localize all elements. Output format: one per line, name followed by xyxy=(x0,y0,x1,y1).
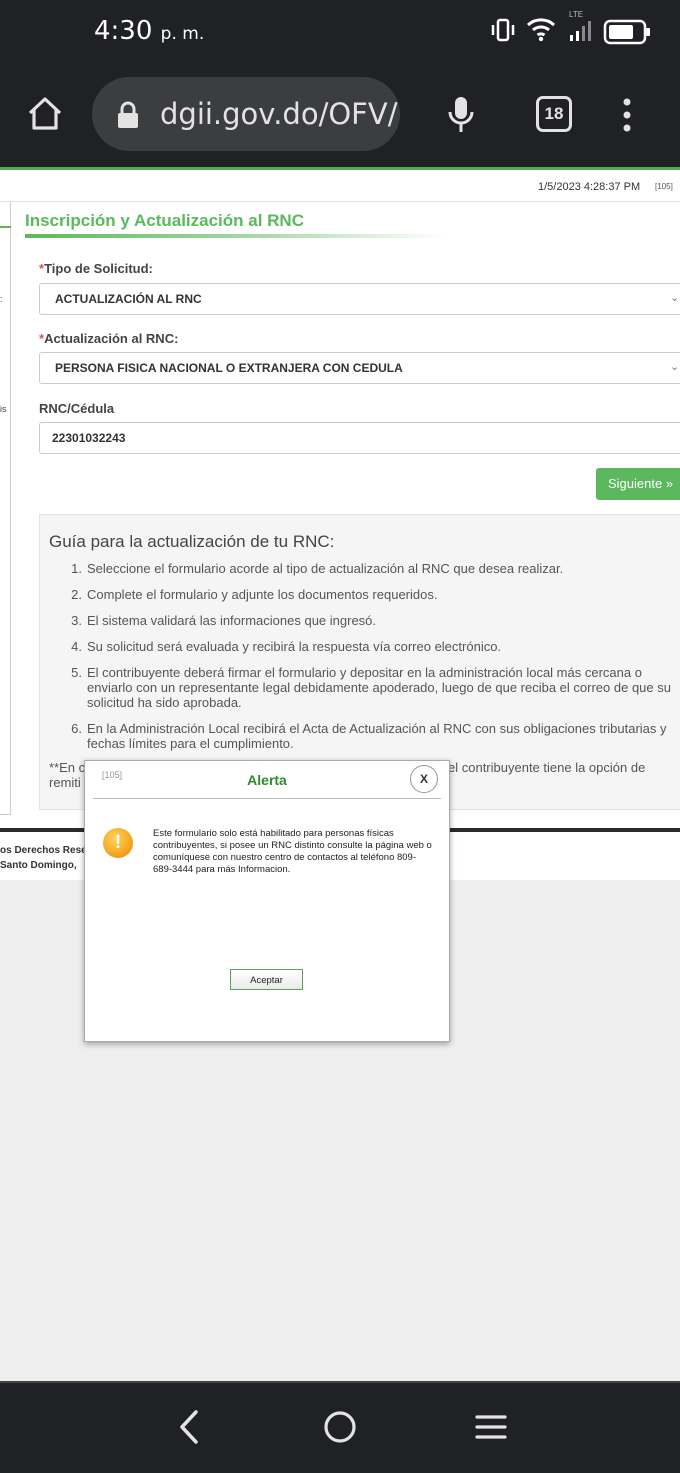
list-item: 4. Su solicitud será evaluada y recibirá … xyxy=(71,639,502,654)
rnc-cedula-value: 22301032243 xyxy=(52,431,126,445)
accept-button[interactable]: Aceptar xyxy=(230,969,303,990)
lock-icon[interactable] xyxy=(116,101,140,129)
list-item: 1. Seleccione el formulario acorde al tip… xyxy=(71,561,564,576)
microphone-icon[interactable] xyxy=(446,95,476,135)
sidebar-fragment: is xyxy=(0,404,7,414)
status-bar: 4:30 p. m. LTE xyxy=(0,0,680,64)
sidebar-fragment: : xyxy=(0,294,3,304)
title-underline xyxy=(25,234,445,238)
browser-toolbar: dgii.gov.do/OFV/ 18 xyxy=(0,64,680,168)
sidebar-accent xyxy=(0,226,11,228)
back-icon[interactable] xyxy=(174,1409,204,1445)
address-bar[interactable]: dgii.gov.do/OFV/ xyxy=(92,77,400,151)
list-item: 2. Complete el formulario y adjunte los d… xyxy=(71,587,438,602)
timestamp-code: [105] xyxy=(655,182,673,191)
footer-copyright: os Derechos Rese xyxy=(0,845,87,856)
battery-icon xyxy=(603,19,650,45)
alert-dialog: [105] Alerta X ! Este formulario solo es… xyxy=(84,760,450,1042)
signal-icon xyxy=(570,21,591,41)
dialog-message: Este formulario solo está habilitado par… xyxy=(153,828,432,875)
warning-icon: ! xyxy=(103,828,133,858)
list-item: 5. El contribuyente deberá firmar el form… xyxy=(71,665,671,710)
page-content: 1/5/2023 4:28:37 PM [105] : is Inscripci… xyxy=(0,170,680,830)
tipo-solicitud-value: ACTUALIZACIÓN AL RNC xyxy=(55,292,202,306)
wifi-icon xyxy=(526,18,556,42)
guide-list: 1. Seleccione el formulario acorde al tip… xyxy=(66,561,680,762)
chevron-down-icon: ⌄ xyxy=(670,292,680,304)
actualizacion-select[interactable]: PERSONA FISICA NACIONAL O EXTRANJERA CON… xyxy=(39,352,680,384)
actualizacion-label: *Actualización al RNC: xyxy=(39,331,179,346)
more-options-icon[interactable] xyxy=(619,97,635,133)
home-icon[interactable] xyxy=(26,94,64,132)
tipo-solicitud-select[interactable]: ACTUALIZACIÓN AL RNC ⌄ xyxy=(39,283,680,315)
page-title: Inscripción y Actualización al RNC xyxy=(25,211,304,230)
chevron-down-icon: ⌄ xyxy=(670,361,680,373)
network-type: LTE xyxy=(569,10,584,19)
url-text[interactable]: dgii.gov.do/OFV/ xyxy=(160,97,397,131)
list-item: 6. En la Administración Local recibirá el… xyxy=(71,721,667,751)
guide-title: Guía para la actualización de tu RNC: xyxy=(49,532,335,551)
server-timestamp: 1/5/2023 4:28:37 PM xyxy=(538,181,641,193)
list-item: 3. El sistema validará las informaciones … xyxy=(71,613,377,628)
recent-apps-icon[interactable] xyxy=(474,1413,508,1441)
vibrate-icon xyxy=(491,18,515,42)
footer-address: Santo Domingo, xyxy=(0,860,77,871)
rnc-cedula-input[interactable]: 22301032243 xyxy=(39,422,680,454)
status-time: 4:30 p. m. xyxy=(94,16,205,46)
rnc-cedula-label: RNC/Cédula xyxy=(39,401,115,416)
dialog-title: Alerta xyxy=(247,772,287,788)
guide-note-line: el contribuyente tiene la opción de xyxy=(448,760,646,775)
actualizacion-value: PERSONA FISICA NACIONAL O EXTRANJERA CON… xyxy=(55,361,403,375)
next-button[interactable]: Siguiente » xyxy=(596,468,680,500)
tipo-solicitud-label: *Tipo de Solicitud: xyxy=(39,261,153,276)
home-nav-icon[interactable] xyxy=(322,1409,358,1445)
dialog-divider xyxy=(93,798,441,799)
close-button[interactable]: X xyxy=(410,765,438,793)
tab-switcher-button[interactable]: 18 xyxy=(536,96,572,132)
system-nav-bar xyxy=(0,1383,680,1473)
header-divider xyxy=(0,201,680,202)
